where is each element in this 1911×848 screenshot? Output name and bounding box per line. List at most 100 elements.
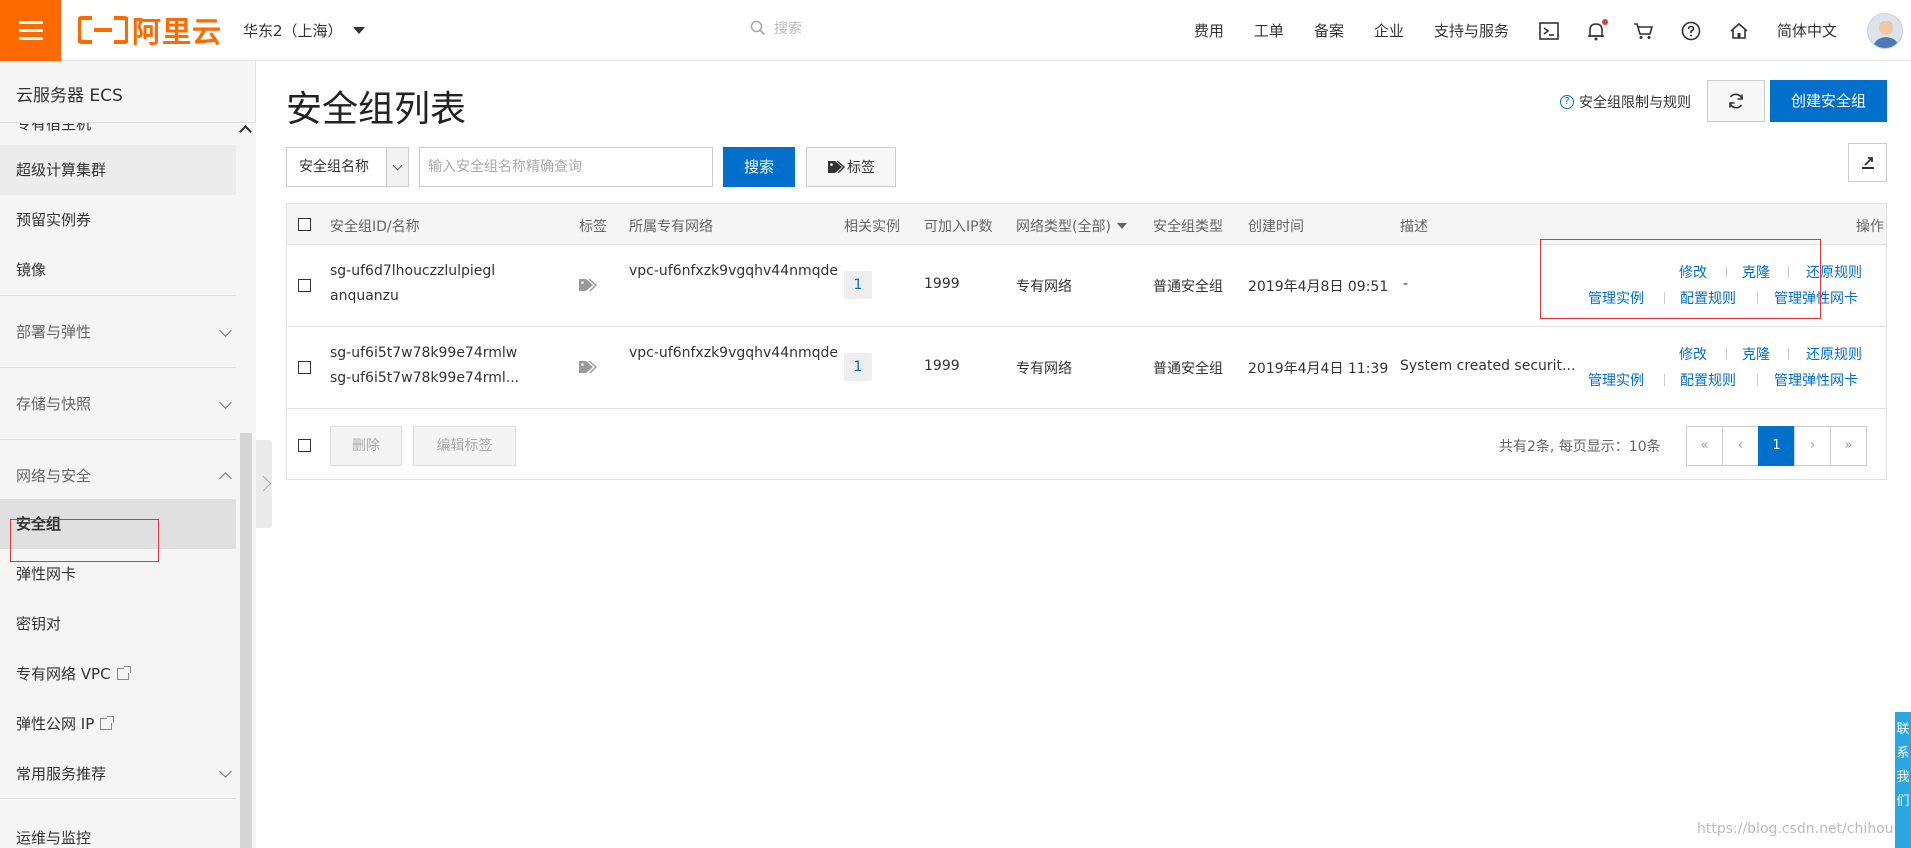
watermark: https://blog.csdn.net/chihou [1697,821,1894,837]
vpc-id: vpc-uf6nfxzk9vgqhv44nmqde [629,345,839,361]
edit-tags-button[interactable]: 编辑标签 [413,426,516,466]
separator [1788,348,1789,360]
manage-eni-link[interactable]: 管理弹性网卡 [1774,370,1858,390]
sidebar-scrollbar[interactable] [236,123,256,848]
avatar[interactable] [1867,12,1903,49]
aliyun-logo-mark-icon [78,16,128,44]
prev-page-button[interactable]: ‹ [1722,426,1759,466]
col-instances: 相关实例 [844,219,900,235]
page-title: 安全组列表 [286,89,467,130]
create-security-group-button[interactable]: 创建安全组 [1770,80,1887,122]
col-tag: 标签 [579,219,607,235]
nav-billing[interactable]: 费用 [1194,20,1224,41]
menu-icon[interactable] [0,0,61,61]
nav-icp[interactable]: 备案 [1314,20,1344,41]
filter-field-select[interactable]: 安全组名称 [286,147,409,187]
sidebar-item-super-computing[interactable]: 超级计算集群 [0,145,236,195]
caret-down-icon [1116,223,1127,229]
manage-instances-link[interactable]: 管理实例 [1588,370,1644,390]
sidebar-item-vpc[interactable]: 专有网络 VPC [0,649,236,699]
sidebar-item-eip[interactable]: 弹性公网 IP [0,699,236,749]
search-input[interactable] [419,147,713,187]
separator [1726,348,1727,360]
sidebar-item-ops-monitoring[interactable]: 运维与监控 [0,813,236,848]
highlight-box-security-group [10,519,159,562]
delete-button[interactable]: 删除 [330,426,402,466]
row-checkbox[interactable] [298,279,311,292]
question-icon: ? [1560,95,1574,109]
chevron-down-icon [219,396,232,409]
tag-filter-button[interactable]: 标签 [806,147,896,187]
sidebar-group-deployment[interactable]: 部署与弹性 [0,295,236,367]
language-switch[interactable]: 简体中文 [1777,20,1837,41]
bell-icon[interactable] [1587,18,1608,41]
scroll-up-icon[interactable] [239,125,252,138]
sidebar-item-key-pairs[interactable]: 密钥对 [0,599,236,649]
sidebar-list: 专有宿主机 超级计算集群 预留实例券 镜像 部署与弹性 存储与快照 网络与安全 … [0,123,236,848]
created-time: 2019年4月4日 11:39 [1248,361,1389,377]
first-page-button[interactable]: « [1686,426,1723,466]
sidebar-item-dedicated-hosts[interactable]: 专有宿主机 [0,123,236,145]
tag-icon[interactable] [578,360,598,374]
chevron-down-icon [386,148,408,186]
refresh-button[interactable] [1707,80,1765,122]
col-created: 创建时间 [1248,219,1304,235]
row-checkbox[interactable] [298,361,311,374]
caret-down-icon [352,27,365,34]
sidebar-item-reserved-instances[interactable]: 预留实例券 [0,195,236,245]
home-icon[interactable] [1729,22,1749,40]
nav-support[interactable]: 支持与服务 [1434,20,1509,41]
nav-enterprise[interactable]: 企业 [1374,20,1404,41]
nav-tickets[interactable]: 工单 [1254,20,1284,41]
last-page-button[interactable]: » [1830,426,1867,466]
limits-link-label: 安全组限制与规则 [1579,95,1691,111]
instance-count-badge[interactable]: 1 [844,271,872,299]
contact-us-float[interactable]: 联系我们 [1895,712,1911,848]
sidebar-item-label: 常用服务推荐 [16,765,107,783]
table-footer: 删除 编辑标签 共有2条, 每页显示：10条 « ‹ 1 › » [287,411,1886,479]
restore-rules-link[interactable]: 还原规则 [1806,344,1862,364]
created-time: 2019年4月8日 09:51 [1248,279,1389,295]
tag-button-label: 标签 [847,160,875,176]
table-row: sg-uf6i5t7w78k99e74rmlw sg-uf6i5t7w78k99… [287,327,1886,409]
sidebar-item-images[interactable]: 镜像 [0,245,236,295]
modify-link[interactable]: 修改 [1679,344,1707,364]
sidebar-group-label: 网络与安全 [16,467,92,485]
help-icon[interactable] [1681,21,1701,41]
notification-dot [1601,18,1608,25]
scroll-thumb[interactable] [240,433,252,848]
sg-type: 普通安全组 [1153,361,1223,377]
security-group-limits-link[interactable]: ? 安全组限制与规则 [1560,92,1691,112]
description: System created securit... [1400,358,1576,374]
cart-icon[interactable] [1633,22,1653,40]
select-all-checkbox[interactable] [298,218,311,231]
sidebar-group-storage[interactable]: 存储与快照 [0,367,236,439]
sidebar-collapse-handle[interactable] [256,440,272,528]
tag-icon[interactable] [578,278,598,292]
col-net-type[interactable]: 网络类型(全部) [1016,216,1127,236]
search-button[interactable]: 搜索 [723,147,795,187]
instance-count-badge[interactable]: 1 [844,353,872,381]
region-selector[interactable]: 华东2（上海） [243,20,365,41]
clone-link[interactable]: 克隆 [1742,344,1770,364]
export-button[interactable] [1848,143,1887,182]
sg-id-link[interactable]: sg-uf6i5t7w78k99e74rmlw [330,345,517,361]
footer-select-all-checkbox[interactable] [298,439,311,452]
col-vpc: 所属专有网络 [629,219,713,235]
sg-name: sg-uf6i5t7w78k99e74rml... [330,370,520,386]
net-type-label: 网络类型(全部) [1016,219,1111,235]
sg-id-link[interactable]: sg-uf6d7lhouczzlulpiegl [330,263,495,279]
global-search[interactable]: 搜索 [750,18,802,38]
description: - [1403,276,1409,292]
aliyun-logo[interactable]: 阿里云 [78,12,222,49]
sidebar-group-label: 部署与弹性 [16,323,92,341]
terminal-icon[interactable] [1539,21,1559,40]
page-1-button[interactable]: 1 [1758,426,1795,466]
top-nav: 费用 工单 备案 企业 支持与服务 简体中文 [1194,0,1911,61]
sidebar-item-recommended[interactable]: 常用服务推荐 [0,749,236,799]
configure-rules-link[interactable]: 配置规则 [1680,370,1736,390]
col-id-name: 安全组ID/名称 [330,219,420,235]
sidebar: 云服务器 ECS 专有宿主机 超级计算集群 预留实例券 镜像 部署与弹性 存储与… [0,61,256,848]
next-page-button[interactable]: › [1794,426,1831,466]
separator [1664,374,1665,386]
